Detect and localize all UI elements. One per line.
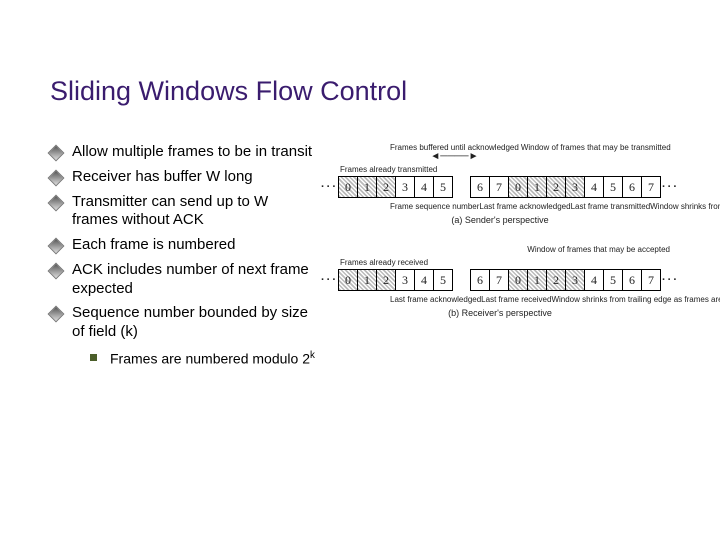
label-window-rx: Window of frames that may be accepted (527, 245, 670, 254)
frame-box: 2 (546, 176, 566, 198)
bottom-labels: Last frame acknowledged Last frame recei… (320, 295, 680, 304)
frame-box: 0 (338, 269, 358, 291)
label-shrink: Window shrinks from trailing edge as fra… (551, 295, 720, 304)
frame-box: 5 (433, 176, 453, 198)
bullet-text: Each frame is numbered (72, 236, 235, 253)
diamond-icon (48, 238, 65, 255)
label-last-tx: Last frame transmitted (571, 202, 651, 211)
frame-box: 2 (546, 269, 566, 291)
frame-box: 6 (470, 269, 490, 291)
box-group-left: 0 1 2 3 4 5 (339, 269, 453, 291)
box-group-right: 6 7 0 1 2 3 4 5 6 7 (471, 176, 661, 198)
frame-box: 5 (433, 269, 453, 291)
bottom-labels: Frame sequence number Last frame acknowl… (320, 202, 680, 211)
label-shrink: Window shrinks from trailing edge as fra… (650, 202, 720, 211)
frame-box: 3 (565, 176, 585, 198)
frame-box: 1 (357, 176, 377, 198)
box-group-left: 0 1 2 3 4 5 (339, 176, 453, 198)
bullet-item: Each frame is numbered (50, 236, 316, 255)
sub-text-exp: k (310, 350, 315, 361)
diagram-sender: Frames buffered until acknowledged◄────►… (320, 143, 680, 225)
bullet-item: Transmitter can send up to W frames with… (50, 193, 316, 231)
diamond-icon (48, 306, 65, 323)
label-last-rx: Last frame received (481, 295, 551, 304)
label-already-rx: Frames already received (320, 258, 680, 267)
bullet-column: Allow multiple frames to be in transit R… (50, 143, 316, 374)
frame-track: ··· 0 1 2 3 4 5 6 7 0 1 (320, 176, 680, 198)
top-labels: Frames buffered until acknowledged◄────►… (320, 143, 680, 161)
caption-a: (a) Sender's perspective (320, 215, 680, 225)
frame-box: 2 (376, 269, 396, 291)
sub-list: Frames are numbered modulo 2k (72, 350, 316, 368)
frame-box: 1 (357, 269, 377, 291)
diagram-column: Frames buffered until acknowledged◄────►… (320, 143, 680, 374)
sub-item: Frames are numbered modulo 2k (72, 350, 316, 368)
frame-box: 3 (395, 176, 415, 198)
diamond-icon (48, 262, 65, 279)
diamond-icon (48, 145, 65, 162)
square-icon (90, 354, 97, 361)
top-labels: Window of frames that may be accepted (320, 245, 680, 254)
caption-b: (b) Receiver's perspective (320, 308, 680, 318)
main-list: Allow multiple frames to be in transit R… (50, 143, 316, 368)
label-already-tx: Frames already transmitted (320, 165, 680, 174)
frame-box: 6 (470, 176, 490, 198)
bullet-item: Sequence number bounded by size of field… (50, 304, 316, 368)
frame-box: 0 (508, 176, 528, 198)
bullet-text: ACK includes number of next frame expect… (72, 261, 309, 297)
frame-box: 6 (622, 176, 642, 198)
ellipsis-icon: ··· (320, 274, 339, 286)
label-last-ack: Last frame acknowledged (479, 202, 570, 211)
label-seq-num: Frame sequence number (390, 202, 479, 211)
frame-box: 4 (414, 176, 434, 198)
label-window-tx: Window of frames that may be transmitted (521, 143, 671, 161)
frame-box: 5 (603, 176, 623, 198)
frame-box: 0 (338, 176, 358, 198)
frame-box: 3 (395, 269, 415, 291)
frame-box: 3 (565, 269, 585, 291)
bullet-text: Sequence number bounded by size of field… (72, 304, 308, 340)
frame-track: ··· 0 1 2 3 4 5 6 7 0 1 (320, 269, 680, 291)
content-row: Allow multiple frames to be in transit R… (50, 143, 680, 374)
bullet-item: Receiver has buffer W long (50, 168, 316, 187)
dotted-rule (6, 56, 714, 58)
box-group-right: 6 7 0 1 2 3 4 5 6 7 (471, 269, 661, 291)
frame-box: 7 (641, 176, 661, 198)
frame-box: 1 (527, 176, 547, 198)
frame-box: 7 (489, 176, 509, 198)
label-last-ack: Last frame acknowledged (390, 295, 481, 304)
frame-box: 2 (376, 176, 396, 198)
diamond-icon (48, 194, 65, 211)
frame-box: 7 (641, 269, 661, 291)
frame-box: 4 (414, 269, 434, 291)
ellipsis-icon: ··· (661, 181, 680, 193)
label-buffered: Frames buffered until acknowledged◄────► (390, 143, 519, 161)
slide: Sliding Windows Flow Control Allow multi… (0, 0, 720, 540)
bullet-text: Allow multiple frames to be in transit (72, 143, 312, 160)
frame-box: 6 (622, 269, 642, 291)
frame-box: 7 (489, 269, 509, 291)
bullet-text: Receiver has buffer W long (72, 168, 253, 185)
frame-box: 4 (584, 176, 604, 198)
frame-box: 0 (508, 269, 528, 291)
frame-box: 1 (527, 269, 547, 291)
bullet-item: ACK includes number of next frame expect… (50, 261, 316, 299)
sub-text-prefix: Frames are numbered modulo 2 (110, 350, 310, 366)
bullet-text: Transmitter can send up to W frames with… (72, 193, 268, 229)
ellipsis-icon: ··· (661, 274, 680, 286)
bullet-item: Allow multiple frames to be in transit (50, 143, 316, 162)
ellipsis-icon: ··· (320, 181, 339, 193)
slide-title: Sliding Windows Flow Control (50, 76, 680, 107)
diamond-icon (48, 169, 65, 186)
diagram-receiver: Window of frames that may be accepted Fr… (320, 245, 680, 318)
frame-box: 5 (603, 269, 623, 291)
frame-box: 4 (584, 269, 604, 291)
